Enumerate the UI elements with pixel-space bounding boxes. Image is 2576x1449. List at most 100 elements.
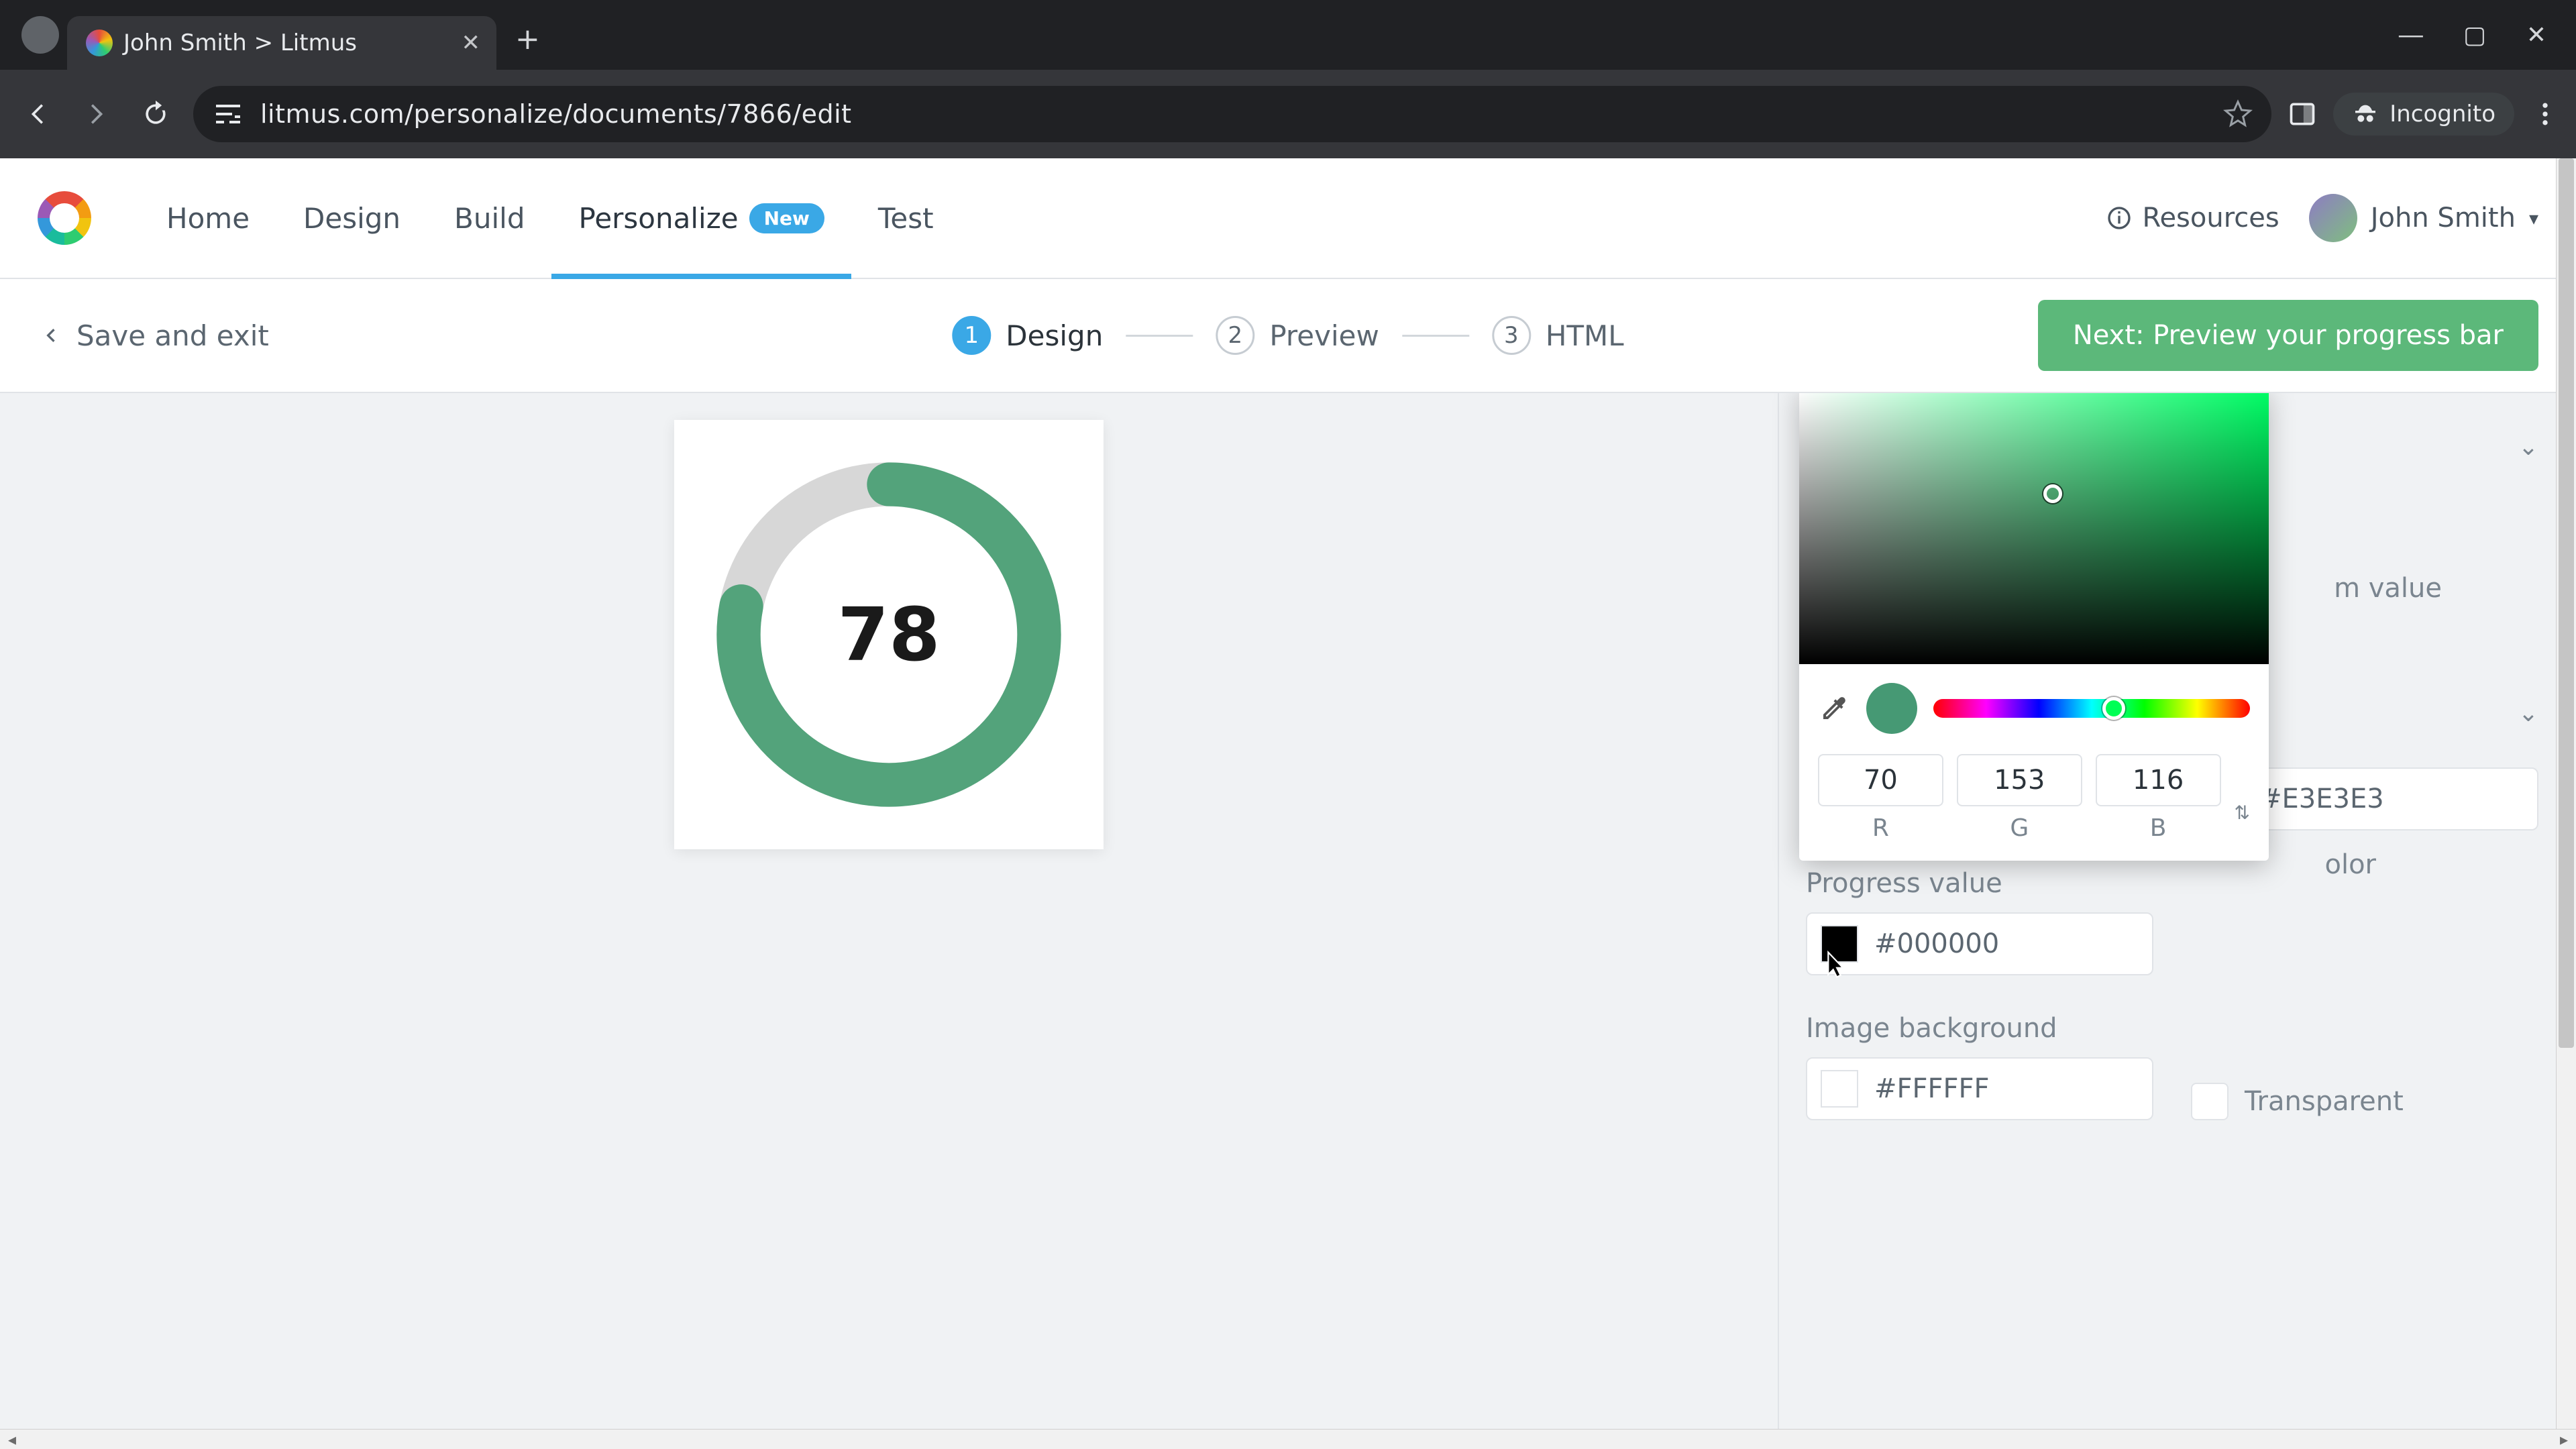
- chevron-down-icon: ⌄: [2518, 700, 2538, 727]
- avatar: [2309, 194, 2357, 242]
- progress-value-hex: #000000: [1874, 928, 1999, 959]
- chevron-down-icon: ⌄: [2518, 433, 2538, 461]
- user-name: John Smith: [2371, 203, 2516, 233]
- forward-button[interactable]: [75, 93, 118, 136]
- nav-personalize[interactable]: Personalize New: [551, 158, 851, 278]
- picker-r-label: R: [1872, 814, 1889, 842]
- browser-tab-active[interactable]: John Smith > Litmus ✕: [67, 16, 496, 70]
- settings-sidebar: R G B ⇅: [1778, 393, 2576, 1429]
- transparent-label: Transparent: [2245, 1086, 2404, 1117]
- tab-search-icon[interactable]: [21, 16, 59, 54]
- incognito-indicator[interactable]: Incognito: [2333, 93, 2514, 136]
- picker-r-input[interactable]: [1818, 754, 1943, 806]
- url-text: litmus.com/personalize/documents/7866/ed…: [260, 99, 852, 129]
- nav-build-label: Build: [454, 202, 525, 235]
- address-bar[interactable]: litmus.com/personalize/documents/7866/ed…: [193, 86, 2271, 142]
- transparent-checkbox[interactable]: [2191, 1083, 2229, 1120]
- save-and-exit-label: Save and exit: [76, 319, 269, 352]
- color-picker-sv-plane[interactable]: [1799, 393, 2269, 664]
- step-html-num: 3: [1492, 316, 1531, 355]
- window-close-icon[interactable]: ✕: [2526, 21, 2546, 49]
- step-separator: [1402, 335, 1469, 337]
- eyedropper-icon[interactable]: [1818, 692, 1850, 724]
- window-minimize-icon[interactable]: ―: [2399, 21, 2423, 49]
- color-picker-popover: R G B ⇅: [1799, 393, 2269, 861]
- nav-test[interactable]: Test: [851, 158, 961, 278]
- sv-thumb[interactable]: [2043, 484, 2062, 503]
- image-bg-hex: #FFFFFF: [1874, 1073, 1990, 1104]
- tab-title: John Smith > Litmus: [123, 30, 357, 56]
- max-value-label-partial: m value: [2334, 573, 2442, 604]
- image-bg-label: Image background: [1806, 1013, 2153, 1044]
- picker-current-swatch: [1866, 683, 1917, 734]
- step-preview-label: Preview: [1269, 319, 1379, 352]
- resources-label: Resources: [2142, 203, 2279, 233]
- browser-menu-icon[interactable]: [2530, 99, 2560, 129]
- save-and-exit[interactable]: Save and exit: [38, 319, 269, 352]
- scrollbar-track[interactable]: [24, 1430, 2552, 1449]
- nav-items: Home Design Build Personalize New Test: [140, 158, 961, 278]
- incognito-icon: [2352, 101, 2379, 127]
- track-color-label-partial: olor: [2324, 849, 2376, 880]
- progress-value-text: 78: [701, 447, 1077, 822]
- tab-close-icon[interactable]: ✕: [462, 30, 481, 56]
- incognito-label: Incognito: [2390, 101, 2496, 127]
- nav-design-label: Design: [303, 202, 400, 235]
- window-maximize-icon[interactable]: ▢: [2463, 21, 2486, 49]
- nav-home-label: Home: [166, 202, 250, 235]
- progress-value-color-input[interactable]: #000000: [1806, 912, 2153, 975]
- next-button[interactable]: Next: Preview your progress bar: [2038, 300, 2538, 371]
- browser-toolbar: litmus.com/personalize/documents/7866/ed…: [0, 70, 2576, 158]
- reload-button[interactable]: [134, 93, 177, 136]
- next-button-label: Next: Preview your progress bar: [2073, 320, 2504, 351]
- nav-personalize-label: Personalize: [578, 202, 738, 235]
- app-topnav: Home Design Build Personalize New Test R…: [0, 158, 2576, 279]
- tab-favicon: [86, 30, 113, 56]
- chevron-down-icon: ▾: [2529, 207, 2538, 229]
- step-preview-num: 2: [1216, 316, 1254, 355]
- scroll-right-icon[interactable]: ▸: [2552, 1430, 2576, 1449]
- scroll-left-icon[interactable]: ◂: [0, 1430, 24, 1449]
- step-separator: [1126, 335, 1193, 337]
- picker-g-input[interactable]: [1957, 754, 2082, 806]
- picker-b-input[interactable]: [2096, 754, 2221, 806]
- transparent-toggle[interactable]: Transparent: [2191, 1083, 2538, 1120]
- image-bg-color-input[interactable]: #FFFFFF: [1806, 1057, 2153, 1120]
- user-menu[interactable]: John Smith ▾: [2309, 194, 2538, 242]
- info-icon: [2106, 205, 2133, 231]
- hue-slider[interactable]: [1933, 699, 2250, 718]
- step-preview[interactable]: 2 Preview: [1216, 316, 1379, 355]
- nav-home[interactable]: Home: [140, 158, 276, 278]
- image-bg-swatch: [1821, 1070, 1858, 1108]
- window-controls: ― ▢ ✕: [2399, 0, 2576, 70]
- nav-test-label: Test: [878, 202, 934, 235]
- horizontal-scrollbar[interactable]: ◂ ▸: [0, 1429, 2576, 1449]
- step-design[interactable]: 1 Design: [952, 316, 1103, 355]
- progress-value-label: Progress value: [1806, 868, 2153, 899]
- scrollbar-thumb[interactable]: [2559, 158, 2574, 1048]
- color-mode-toggle[interactable]: ⇅: [2235, 802, 2250, 824]
- page: Home Design Build Personalize New Test R…: [0, 158, 2576, 1449]
- nav-build[interactable]: Build: [427, 158, 551, 278]
- app-logo[interactable]: [38, 191, 91, 245]
- nav-new-badge: New: [749, 203, 824, 233]
- nav-design[interactable]: Design: [276, 158, 427, 278]
- back-button[interactable]: [16, 93, 59, 136]
- new-tab-button[interactable]: +: [515, 22, 540, 56]
- wizard-steps: 1 Design 2 Preview 3 HTML: [952, 316, 1623, 355]
- progress-card: 78: [674, 420, 1104, 849]
- wizard-bar: Save and exit 1 Design 2 Preview 3 HTML: [0, 279, 2576, 393]
- bookmark-star-icon[interactable]: [2223, 99, 2253, 129]
- progress-value-swatch: [1821, 925, 1858, 963]
- step-html-label: HTML: [1546, 319, 1624, 352]
- browser-titlebar: John Smith > Litmus ✕ + ― ▢ ✕: [0, 0, 2576, 70]
- resources-link[interactable]: Resources: [2106, 203, 2279, 233]
- hue-thumb[interactable]: [2102, 697, 2125, 720]
- side-panel-icon[interactable]: [2288, 99, 2317, 129]
- arrow-left-icon: [38, 322, 64, 349]
- vertical-scrollbar[interactable]: [2556, 158, 2576, 1429]
- step-html[interactable]: 3 HTML: [1492, 316, 1624, 355]
- progress-donut: 78: [701, 447, 1077, 822]
- track-color-hex: #E3E3E3: [2259, 784, 2384, 814]
- site-settings-icon[interactable]: [212, 98, 244, 130]
